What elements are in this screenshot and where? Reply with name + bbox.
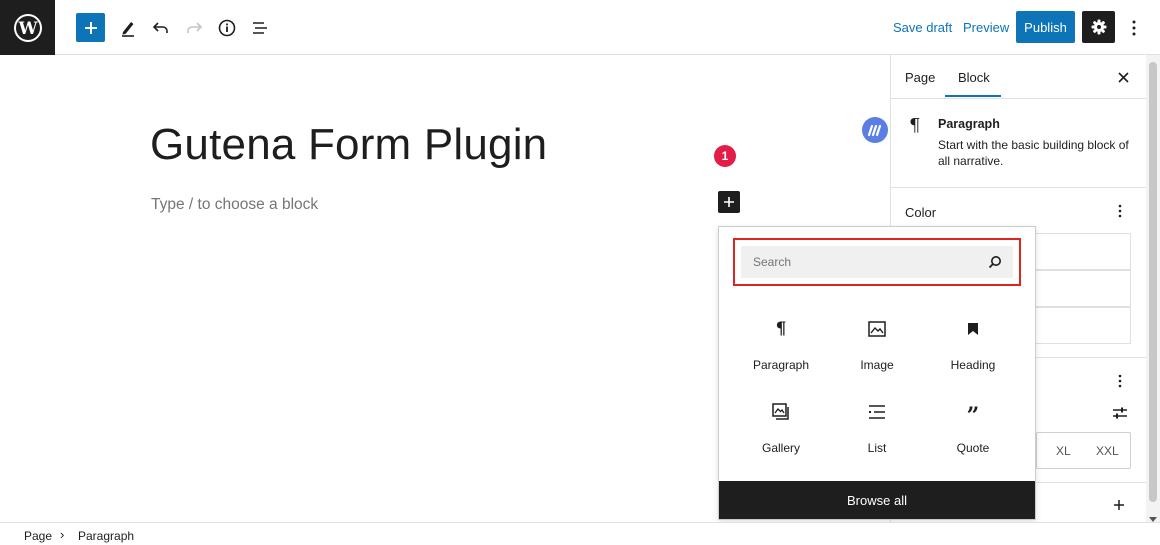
scrollbar-thumb[interactable]	[1149, 62, 1157, 502]
close-sidebar-button[interactable]	[1113, 67, 1133, 87]
list-view-icon	[253, 22, 267, 34]
details-button[interactable]	[212, 13, 242, 43]
block-item-label: List	[867, 441, 887, 455]
block-item-label: Paragraph	[752, 358, 810, 372]
gallery-icon	[772, 399, 790, 425]
block-item-heading[interactable]: Heading	[933, 316, 1013, 380]
notification-badge: 1	[714, 145, 736, 167]
browse-all-button[interactable]: Browse all	[719, 481, 1035, 519]
block-breadcrumb: Page › Paragraph	[0, 522, 1160, 545]
block-item-list[interactable]: List	[837, 399, 917, 463]
gutena-logo-icon	[867, 124, 882, 137]
block-item-label: Gallery	[761, 441, 800, 455]
wordpress-logo-button[interactable]: W	[0, 0, 55, 55]
tab-page[interactable]: Page	[905, 70, 935, 85]
block-item-image[interactable]: Image	[837, 316, 917, 380]
list-icon	[868, 399, 886, 425]
breadcrumb-paragraph[interactable]: Paragraph	[78, 529, 134, 543]
pencil-icon	[122, 22, 134, 37]
save-draft-button[interactable]: Save draft	[893, 20, 952, 35]
sliders-icon	[1113, 407, 1127, 419]
block-inserter-toggle[interactable]	[76, 13, 105, 42]
tools-button[interactable]	[113, 13, 143, 43]
plus-icon	[84, 21, 97, 34]
typography-options-button[interactable]	[1110, 371, 1130, 391]
plus-icon	[724, 197, 734, 207]
editor-root: W Save draft Preview Publish Gutena Form…	[0, 0, 1160, 545]
undo-button[interactable]	[146, 13, 176, 43]
block-card-title: Paragraph	[938, 117, 1000, 131]
settings-button[interactable]	[1082, 11, 1115, 43]
paragraph-icon: ¶	[775, 319, 787, 339]
font-size-xxl[interactable]: XXL	[1096, 444, 1119, 458]
add-panel-button[interactable]	[1109, 495, 1129, 515]
breadcrumb-page[interactable]: Page	[24, 529, 52, 543]
more-vertical-icon	[1118, 374, 1122, 388]
add-block-button[interactable]	[718, 191, 740, 213]
paragraph-icon: ¶	[909, 115, 921, 136]
close-icon	[1117, 71, 1129, 83]
paragraph-placeholder[interactable]: Type / to choose a block	[151, 196, 318, 214]
color-options-button[interactable]	[1110, 201, 1130, 221]
block-inserter-popover: ¶ Paragraph Image Heading	[718, 226, 1036, 520]
block-item-gallery[interactable]: Gallery	[741, 399, 821, 463]
color-panel-label: Color	[905, 205, 937, 220]
custom-size-button[interactable]	[1110, 403, 1130, 423]
gutena-plugin-button[interactable]	[862, 117, 888, 143]
search-icon	[988, 256, 1001, 269]
undo-icon	[152, 22, 168, 33]
plus-icon	[1114, 500, 1124, 510]
editor-header: W Save draft Preview Publish	[0, 0, 1160, 55]
block-item-paragraph[interactable]: ¶ Paragraph	[741, 316, 821, 380]
post-title[interactable]: Gutena Form Plugin	[150, 120, 547, 170]
block-search-input[interactable]	[741, 246, 1013, 278]
active-tab-indicator	[945, 95, 1001, 97]
redo-icon	[187, 22, 203, 33]
publish-button[interactable]: Publish	[1016, 11, 1075, 43]
preview-button[interactable]: Preview	[963, 20, 1009, 35]
search-button[interactable]	[985, 252, 1005, 272]
block-item-label: Quote	[956, 441, 990, 455]
font-size-picker: XL XXL	[1036, 432, 1131, 469]
chevron-right-icon: ›	[60, 527, 65, 542]
wordpress-logo-icon: W	[13, 13, 42, 42]
image-icon	[868, 316, 886, 342]
sidebar-tabs: Page Block	[891, 55, 1146, 99]
tab-block[interactable]: Block	[958, 70, 990, 85]
block-item-quote[interactable]: ” Quote	[933, 399, 1013, 463]
more-vertical-icon	[1118, 204, 1122, 218]
block-card: ¶ Paragraph Start with the basic buildin…	[891, 99, 1146, 188]
search-highlight	[733, 238, 1021, 286]
font-size-xl[interactable]: XL	[1056, 444, 1071, 458]
redo-button[interactable]	[179, 13, 209, 43]
block-item-label: Image	[860, 358, 894, 372]
svg-text:W: W	[17, 19, 38, 39]
quote-icon: ”	[966, 403, 980, 429]
block-item-label: Heading	[950, 358, 996, 372]
info-icon	[218, 19, 236, 37]
list-view-button[interactable]	[245, 13, 275, 43]
heading-icon	[967, 316, 979, 342]
options-button[interactable]	[1124, 13, 1144, 43]
gear-icon	[1091, 19, 1106, 35]
block-card-description: Start with the basic building block of a…	[938, 138, 1129, 168]
more-vertical-icon	[1132, 20, 1136, 36]
